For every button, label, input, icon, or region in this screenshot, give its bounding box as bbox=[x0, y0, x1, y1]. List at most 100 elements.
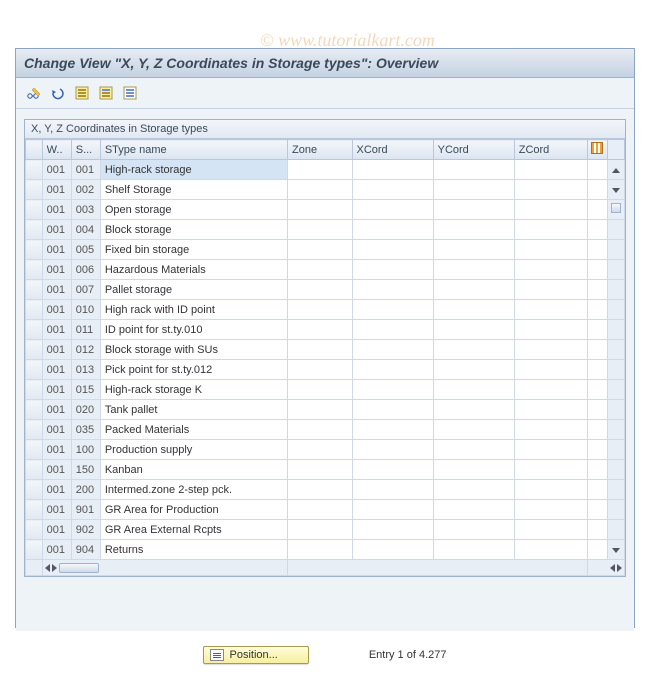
row-selector[interactable] bbox=[26, 540, 43, 560]
scroll-up-button[interactable] bbox=[608, 160, 625, 180]
cell-zone[interactable] bbox=[288, 180, 352, 200]
cell-zone[interactable] bbox=[288, 260, 352, 280]
cell-z[interactable] bbox=[514, 440, 587, 460]
deselect-all-button[interactable] bbox=[120, 84, 140, 102]
cell-stype-name[interactable]: GR Area for Production bbox=[100, 500, 287, 520]
hscroll-left-segment[interactable] bbox=[42, 560, 287, 576]
cell-x[interactable] bbox=[352, 340, 433, 360]
cell-z[interactable] bbox=[514, 520, 587, 540]
cell-z[interactable] bbox=[514, 320, 587, 340]
cell-stype-name[interactable]: Production supply bbox=[100, 440, 287, 460]
cell-stype-name[interactable]: Block storage with SUs bbox=[100, 340, 287, 360]
cell-x[interactable] bbox=[352, 400, 433, 420]
cell-x[interactable] bbox=[352, 440, 433, 460]
row-selector[interactable] bbox=[26, 420, 43, 440]
row-selector[interactable] bbox=[26, 300, 43, 320]
col-storage-type[interactable]: S... bbox=[71, 140, 100, 160]
cell-y[interactable] bbox=[433, 340, 514, 360]
cell-zone[interactable] bbox=[288, 220, 352, 240]
cell-x[interactable] bbox=[352, 160, 433, 180]
row-selector[interactable] bbox=[26, 340, 43, 360]
cell-stype-name[interactable]: ID point for st.ty.010 bbox=[100, 320, 287, 340]
row-selector[interactable] bbox=[26, 320, 43, 340]
col-row-selector[interactable] bbox=[26, 140, 43, 160]
cell-stype-name[interactable]: Block storage bbox=[100, 220, 287, 240]
cell-y[interactable] bbox=[433, 400, 514, 420]
cell-x[interactable] bbox=[352, 320, 433, 340]
cell-stype-name[interactable]: Fixed bin storage bbox=[100, 240, 287, 260]
cell-stype-name[interactable]: Pallet storage bbox=[100, 280, 287, 300]
cell-zone[interactable] bbox=[288, 380, 352, 400]
cell-y[interactable] bbox=[433, 200, 514, 220]
cell-stype-name[interactable]: Intermed.zone 2-step pck. bbox=[100, 480, 287, 500]
cell-x[interactable] bbox=[352, 180, 433, 200]
cell-z[interactable] bbox=[514, 380, 587, 400]
cell-x[interactable] bbox=[352, 500, 433, 520]
cell-zone[interactable] bbox=[288, 500, 352, 520]
cell-z[interactable] bbox=[514, 160, 587, 180]
cell-z[interactable] bbox=[514, 240, 587, 260]
cell-z[interactable] bbox=[514, 480, 587, 500]
scroll-thumb-top[interactable] bbox=[608, 180, 625, 200]
cell-y[interactable] bbox=[433, 280, 514, 300]
cell-y[interactable] bbox=[433, 180, 514, 200]
row-selector[interactable] bbox=[26, 280, 43, 300]
cell-z[interactable] bbox=[514, 200, 587, 220]
cell-stype-name[interactable]: Pick point for st.ty.012 bbox=[100, 360, 287, 380]
cell-zone[interactable] bbox=[288, 520, 352, 540]
cell-y[interactable] bbox=[433, 500, 514, 520]
row-selector[interactable] bbox=[26, 500, 43, 520]
cell-y[interactable] bbox=[433, 240, 514, 260]
row-selector[interactable] bbox=[26, 440, 43, 460]
row-selector[interactable] bbox=[26, 160, 43, 180]
cell-z[interactable] bbox=[514, 280, 587, 300]
cell-zone[interactable] bbox=[288, 440, 352, 460]
cell-zone[interactable] bbox=[288, 460, 352, 480]
cell-y[interactable] bbox=[433, 520, 514, 540]
cell-x[interactable] bbox=[352, 520, 433, 540]
cell-y[interactable] bbox=[433, 160, 514, 180]
cell-z[interactable] bbox=[514, 220, 587, 240]
scroll-thumb[interactable] bbox=[608, 200, 625, 220]
row-selector[interactable] bbox=[26, 260, 43, 280]
cell-y[interactable] bbox=[433, 360, 514, 380]
cell-zone[interactable] bbox=[288, 400, 352, 420]
cell-stype-name[interactable]: Open storage bbox=[100, 200, 287, 220]
cell-x[interactable] bbox=[352, 220, 433, 240]
cell-x[interactable] bbox=[352, 360, 433, 380]
cell-stype-name[interactable]: GR Area External Rcpts bbox=[100, 520, 287, 540]
cell-x[interactable] bbox=[352, 380, 433, 400]
cell-x[interactable] bbox=[352, 240, 433, 260]
cell-x[interactable] bbox=[352, 260, 433, 280]
cell-stype-name[interactable]: High-rack storage bbox=[100, 160, 287, 180]
cell-z[interactable] bbox=[514, 260, 587, 280]
cell-zone[interactable] bbox=[288, 160, 352, 180]
cell-zone[interactable] bbox=[288, 540, 352, 560]
col-warehouse[interactable]: W.. bbox=[42, 140, 71, 160]
cell-y[interactable] bbox=[433, 260, 514, 280]
hscroll-track[interactable] bbox=[288, 560, 587, 576]
cell-x[interactable] bbox=[352, 420, 433, 440]
cell-zone[interactable] bbox=[288, 300, 352, 320]
cell-z[interactable] bbox=[514, 400, 587, 420]
cell-y[interactable] bbox=[433, 320, 514, 340]
select-all-button[interactable] bbox=[72, 84, 92, 102]
cell-z[interactable] bbox=[514, 360, 587, 380]
cell-x[interactable] bbox=[352, 480, 433, 500]
col-stype-name[interactable]: SType name bbox=[100, 140, 287, 160]
cell-y[interactable] bbox=[433, 460, 514, 480]
cell-z[interactable] bbox=[514, 340, 587, 360]
row-selector[interactable] bbox=[26, 400, 43, 420]
cell-z[interactable] bbox=[514, 300, 587, 320]
cell-y[interactable] bbox=[433, 380, 514, 400]
cell-x[interactable] bbox=[352, 280, 433, 300]
cell-stype-name[interactable]: High-rack storage K bbox=[100, 380, 287, 400]
cell-z[interactable] bbox=[514, 420, 587, 440]
table-config-button[interactable] bbox=[587, 140, 608, 160]
cell-x[interactable] bbox=[352, 540, 433, 560]
select-block-button[interactable] bbox=[96, 84, 116, 102]
row-selector[interactable] bbox=[26, 460, 43, 480]
cell-x[interactable] bbox=[352, 460, 433, 480]
scroll-down-button[interactable] bbox=[608, 540, 625, 560]
cell-z[interactable] bbox=[514, 460, 587, 480]
